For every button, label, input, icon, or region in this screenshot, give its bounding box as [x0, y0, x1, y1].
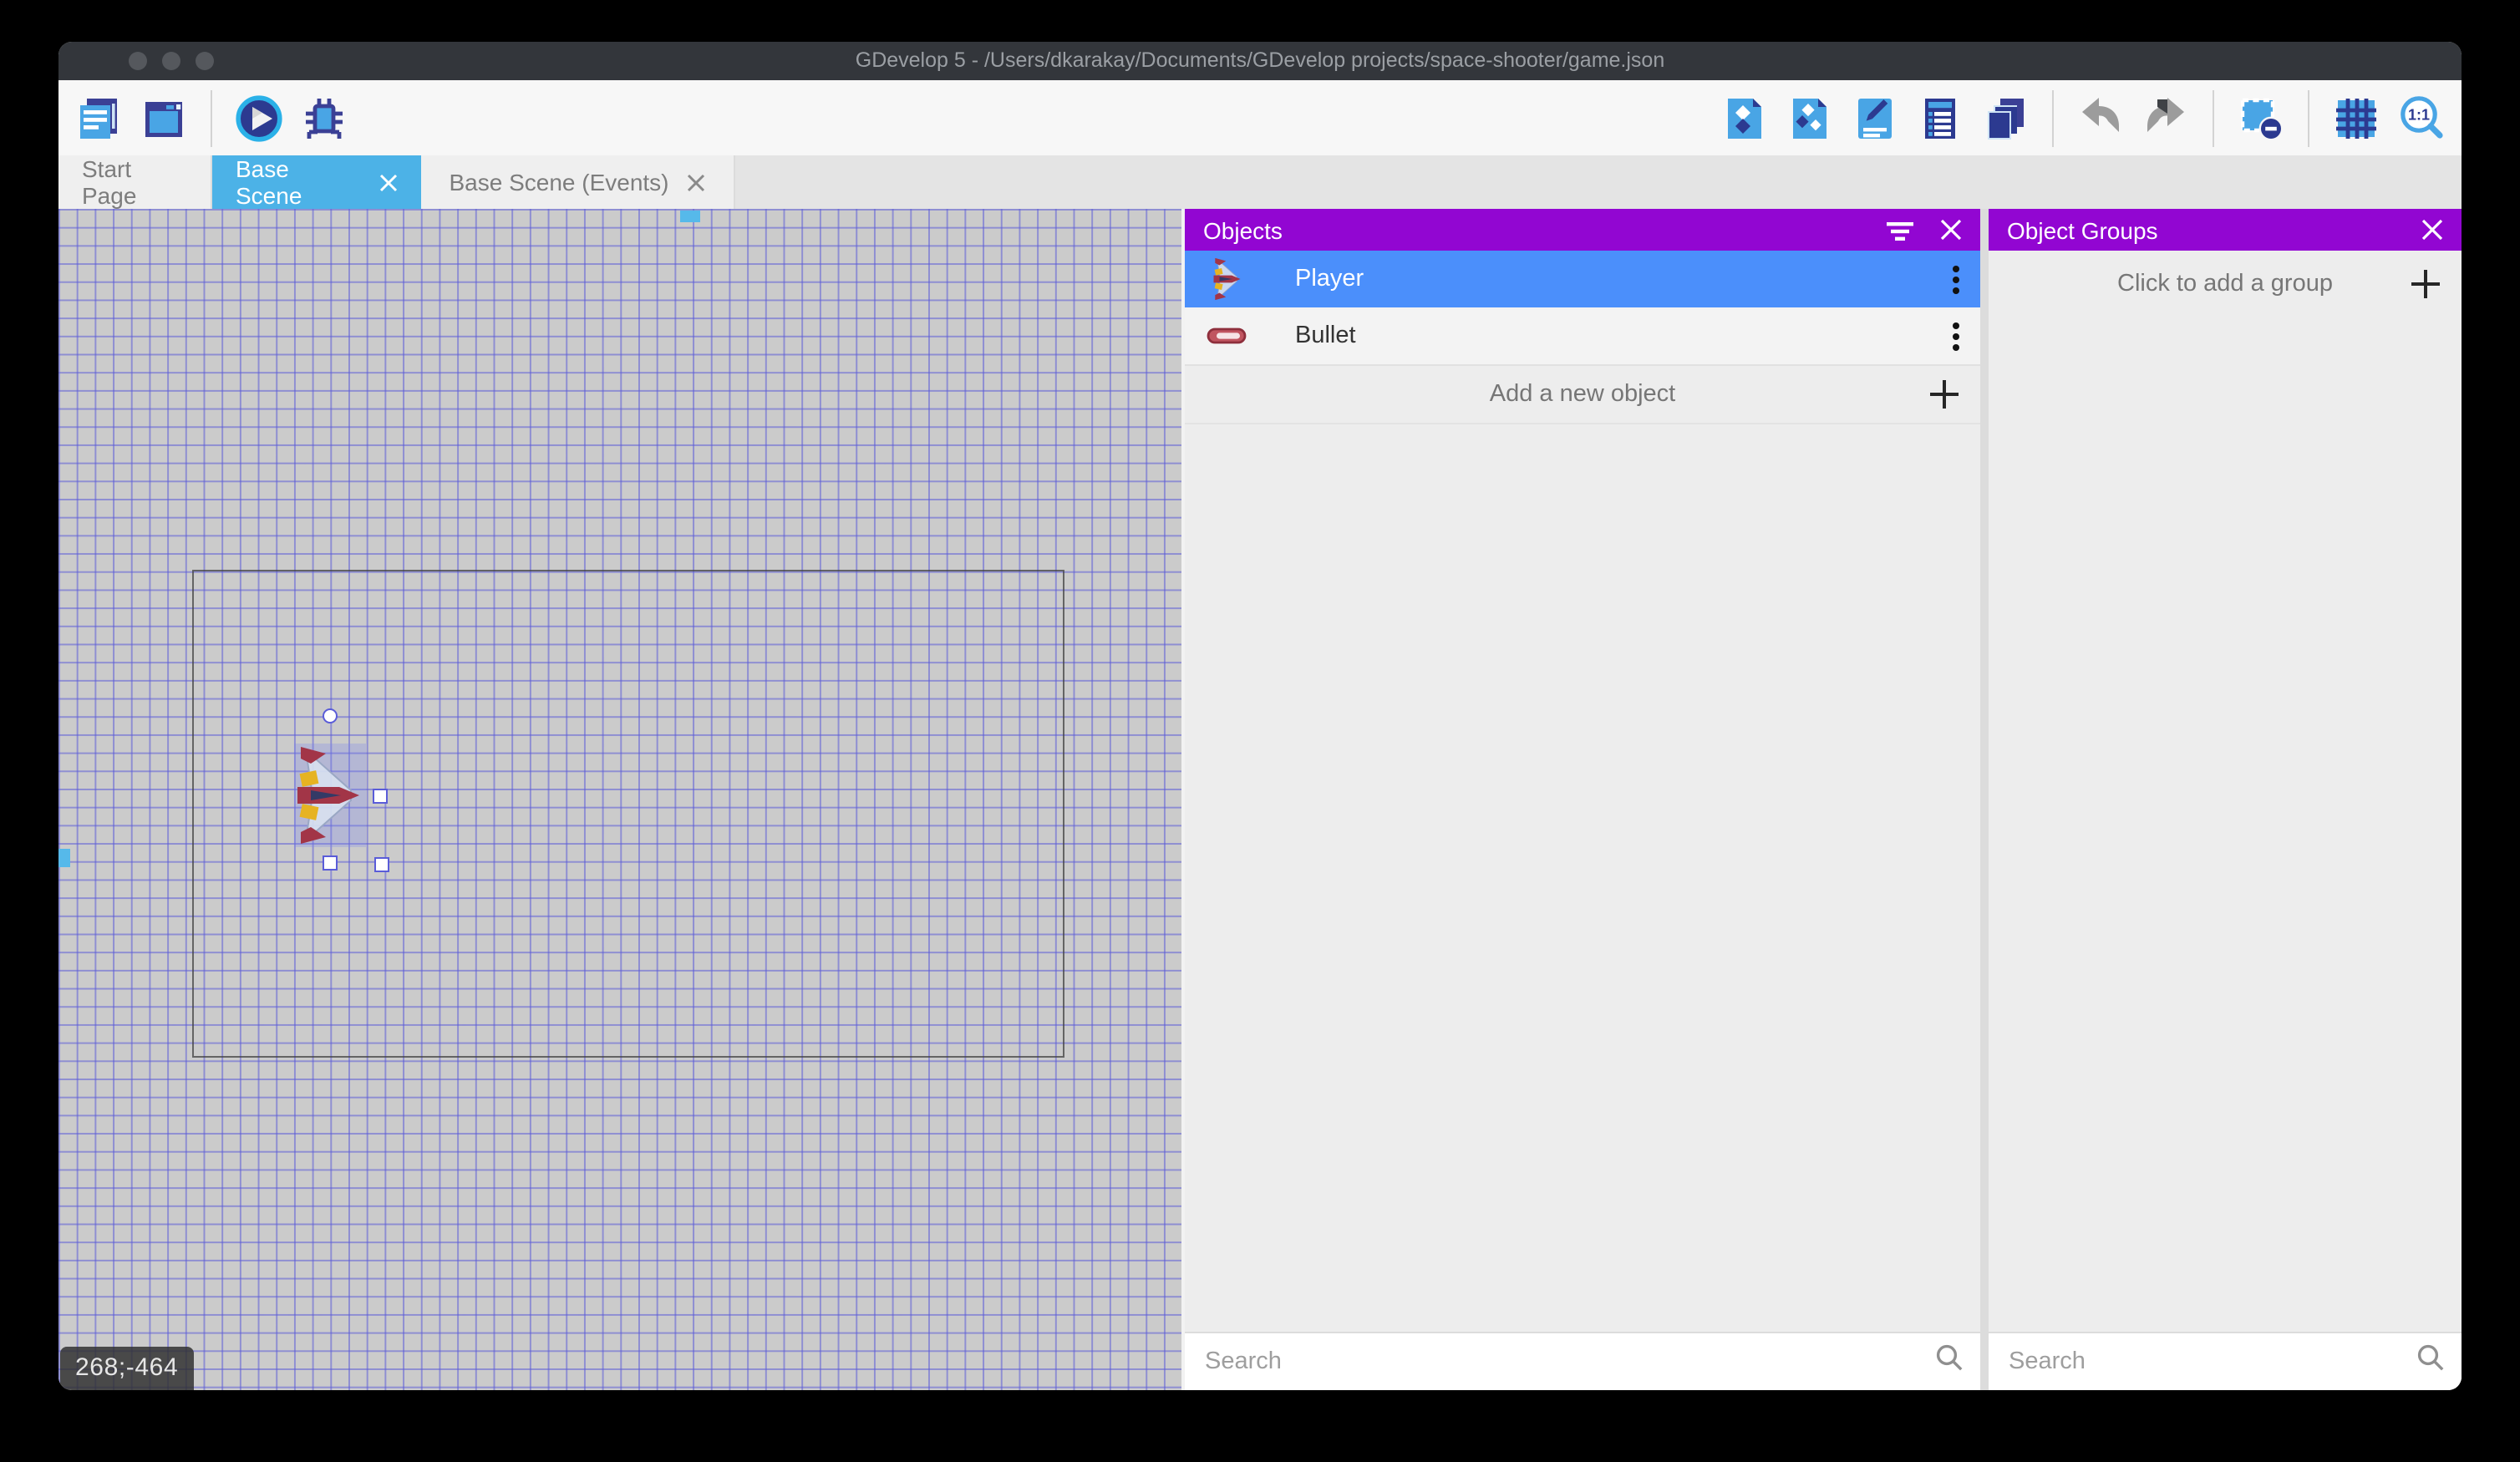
plus-icon[interactable] [2411, 270, 2440, 298]
rotate-handle[interactable] [323, 708, 338, 723]
tab-close-icon[interactable] [688, 173, 706, 191]
filter-icon[interactable] [1887, 218, 1913, 241]
objects-panel-title: Objects [1203, 216, 1283, 243]
groups-search-bar [1989, 1332, 2462, 1390]
add-object-button[interactable]: Add a new object [1185, 366, 1980, 424]
object-groups-panel-title: Object Groups [2007, 216, 2158, 243]
add-group-label: Click to add a group [2117, 271, 2333, 297]
svg-text:1:1: 1:1 [2408, 106, 2430, 123]
add-object-label: Add a new object [1490, 381, 1676, 408]
object-row-player[interactable]: Player [1185, 251, 1980, 307]
object-menu-icon[interactable] [1952, 320, 1960, 352]
objects-search-bar [1185, 1332, 1980, 1390]
object-groups-panel-icon[interactable] [1783, 91, 1837, 145]
toolbar-separator [2052, 89, 2054, 146]
resize-handle-corner[interactable] [374, 857, 389, 872]
player-thumbnail-icon [1205, 257, 1248, 301]
layers-panel-icon[interactable] [1979, 91, 2032, 145]
undo-icon[interactable] [2074, 91, 2127, 145]
toolbar-separator [2213, 89, 2214, 146]
grid-icon[interactable] [2329, 91, 2383, 145]
objects-panel: Objects Player [1185, 209, 1980, 1390]
objects-panel-icon[interactable] [1718, 91, 1771, 145]
add-group-button[interactable]: Click to add a group [1989, 251, 2462, 317]
object-groups-panel-body [1989, 317, 2462, 1332]
player-instance-sprite[interactable] [294, 744, 364, 847]
play-icon[interactable] [232, 91, 286, 145]
groups-search-input[interactable] [2005, 1347, 2416, 1377]
object-name: Bullet [1295, 322, 1356, 349]
tab-base-scene-events[interactable]: Base Scene (Events) [421, 155, 735, 209]
editor-content: 268;-464 Objects [58, 209, 2462, 1390]
plus-icon[interactable] [1930, 380, 1959, 409]
debug-icon[interactable] [297, 91, 351, 145]
cursor-coordinates: 268;-464 [60, 1347, 193, 1390]
window-title: GDevelop 5 - /Users/dkarakay/Documents/G… [58, 42, 2462, 80]
toolbar-left-group [72, 89, 351, 146]
close-panel-icon[interactable] [1940, 219, 1962, 241]
zoom-1-1-icon[interactable]: 1:1 [2395, 91, 2448, 145]
toolbar-separator [211, 89, 212, 146]
scene-canvas[interactable]: 268;-464 [58, 209, 1181, 1390]
toolbar-right-group: 1:1 [1718, 89, 2448, 146]
tab-start-page[interactable]: Start Page [58, 155, 212, 209]
horizontal-scroll-thumb[interactable] [680, 211, 700, 222]
tab-base-scene[interactable]: Base Scene [212, 155, 421, 209]
objects-search-input[interactable] [1202, 1347, 1935, 1377]
desktop-background: GDevelop 5 - /Users/dkarakay/Documents/G… [0, 0, 2520, 1462]
object-name: Player [1295, 266, 1364, 292]
object-groups-panel-header: Object Groups [1989, 209, 2462, 251]
properties-panel-icon[interactable] [1848, 91, 1902, 145]
gdevelop-window: GDevelop 5 - /Users/dkarakay/Documents/G… [58, 42, 2462, 1390]
main-toolbar: 1:1 [58, 80, 2462, 155]
resize-handle-bottom[interactable] [323, 855, 338, 871]
mask-icon[interactable] [2234, 91, 2288, 145]
object-row-bullet[interactable]: Bullet [1185, 307, 1980, 366]
objects-panel-header: Objects [1185, 209, 1980, 251]
toolbar-separator [2308, 89, 2309, 146]
redo-icon[interactable] [2139, 91, 2192, 145]
project-manager-icon[interactable] [72, 91, 125, 145]
resize-handle-right[interactable] [373, 789, 388, 804]
panel-divider[interactable] [1980, 209, 1989, 1390]
tab-label: Start Page [82, 155, 187, 209]
objects-panel-body [1185, 424, 1980, 1332]
tab-close-icon[interactable] [379, 173, 398, 191]
close-panel-icon[interactable] [2421, 219, 2443, 241]
bullet-thumbnail-icon [1205, 314, 1248, 358]
tab-label: Base Scene (Events) [449, 169, 668, 195]
object-groups-panel: Object Groups Click to add a group [1989, 209, 2462, 1390]
search-icon [2416, 1343, 2445, 1380]
object-menu-icon[interactable] [1952, 263, 1960, 295]
editor-tab-bar: Start Page Base Scene Base Scene (Events… [58, 155, 2462, 209]
open-scene-icon[interactable] [137, 91, 191, 145]
tab-label: Base Scene [236, 155, 361, 209]
instances-list-panel-icon[interactable] [1913, 91, 1967, 145]
title-bar: GDevelop 5 - /Users/dkarakay/Documents/G… [58, 42, 2462, 80]
search-icon [1935, 1343, 1964, 1380]
vertical-scroll-thumb[interactable] [58, 849, 70, 867]
